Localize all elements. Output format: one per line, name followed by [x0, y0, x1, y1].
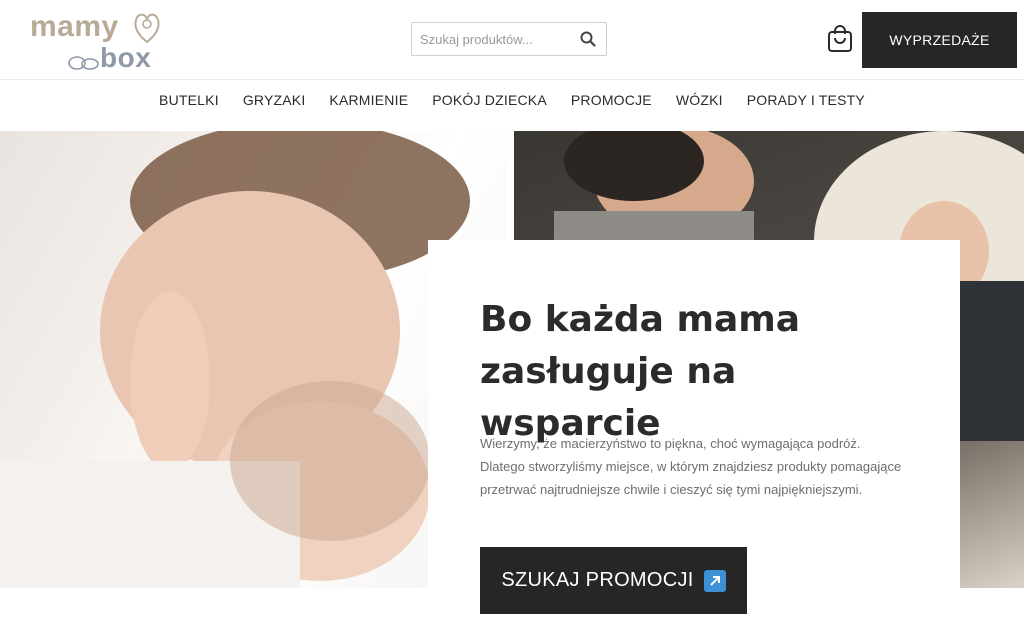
heart-baby-icon — [134, 13, 160, 44]
search-promotions-button[interactable]: SZUKAJ PROMOCJI — [480, 547, 747, 614]
sale-button[interactable]: WYPRZEDAŻE — [862, 12, 1017, 68]
search-input[interactable] — [412, 23, 572, 55]
cta-label: SZUKAJ PROMOCJI — [501, 569, 694, 591]
nav-item-gryzaki[interactable]: GRYZAKI — [231, 92, 318, 108]
hero-text-line3: przetrwać najtrudniejsze chwile i cieszy… — [480, 482, 863, 497]
hero-text-line1: Wierzymy, że macierzyństwo to piękna, ch… — [480, 436, 861, 451]
hero-title: Bo każda mama zasługuje na wsparcie — [480, 294, 910, 450]
nav-item-pokoj-dziecka[interactable]: POKÓJ DZIECKA — [420, 92, 559, 108]
hero-text-line2: Dlatego stworzyliśmy miejsce, w którym z… — [480, 459, 902, 474]
mamybox-logo[interactable]: mamy box — [28, 6, 168, 74]
hero-title-line1: Bo każda mama — [480, 299, 801, 340]
hero-description: Wierzymy, że macierzyństwo to piękna, ch… — [480, 432, 910, 501]
nav-item-karmienie[interactable]: KARMIENIE — [317, 92, 420, 108]
nav-item-promocje[interactable]: PROMOCJE — [559, 92, 664, 108]
logo-word-box: box — [100, 42, 152, 73]
nav-item-wozki[interactable]: WÓZKI — [664, 92, 735, 108]
nav-item-butelki[interactable]: BUTELKI — [147, 92, 231, 108]
search-box — [411, 22, 607, 56]
search-icon[interactable] — [580, 31, 596, 47]
arrow-up-right-icon — [703, 569, 726, 592]
sleeping-baby-icon — [68, 56, 99, 70]
nav-item-porady-i-testy[interactable]: PORADY I TESTY — [735, 92, 877, 108]
hero-card: Bo każda mama zasługuje na wsparcie Wier… — [428, 240, 960, 638]
shopping-bag-icon[interactable] — [826, 24, 854, 54]
main-nav: BUTELKI GRYZAKI KARMIENIE POKÓJ DZIECKA … — [0, 80, 1024, 120]
hero-title-line2: zasługuje na wsparcie — [480, 351, 737, 444]
site-header: mamy box WYPRZEDAŻE — [0, 0, 1024, 80]
logo-word-mamy: mamy — [30, 10, 119, 43]
